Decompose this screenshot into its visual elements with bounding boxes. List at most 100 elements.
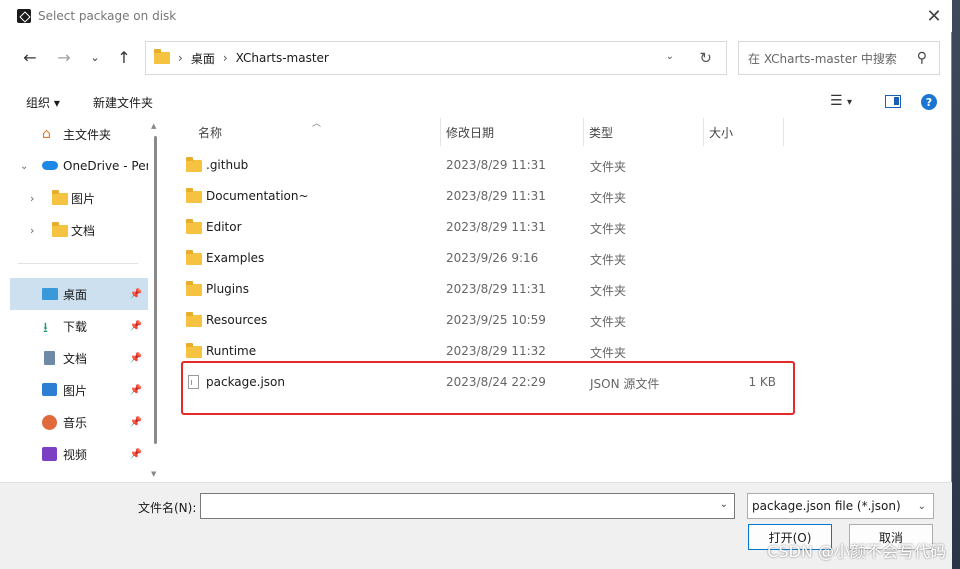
music-icon <box>42 415 57 430</box>
sidebar-item-label: 桌面 <box>63 287 88 302</box>
title-bar: Select package on disk ✕ <box>0 0 952 32</box>
file-name: Plugins <box>206 282 249 296</box>
pin-icon[interactable]: 📌 <box>130 321 142 332</box>
sidebar-item-label: 文档 <box>63 351 88 366</box>
column-divider[interactable] <box>440 118 441 146</box>
sidebar-divider <box>18 263 138 264</box>
column-header-size[interactable]: 大小 <box>709 118 733 146</box>
file-date: 2023/8/29 11:31 <box>446 220 546 234</box>
chevron-right-icon[interactable]: › <box>178 51 183 65</box>
folder-icon <box>52 190 68 209</box>
sidebar-item-onedrive-documents[interactable]: › 文档 <box>10 214 148 246</box>
sidebar-item-downloads[interactable]: ⭳ 下载 📌 <box>10 310 148 342</box>
file-type-select[interactable]: package.json file (*.json) ⌄ <box>747 493 934 519</box>
file-date: 2023/8/29 11:32 <box>446 344 546 358</box>
refresh-icon[interactable]: ↻ <box>699 49 712 67</box>
file-name: Runtime <box>206 344 257 358</box>
filename-input[interactable]: ⌄ <box>200 493 735 519</box>
chevron-right-icon[interactable]: › <box>30 224 34 237</box>
file-date: 2023/8/29 11:31 <box>446 158 546 172</box>
organize-button[interactable]: 组织 ▾ <box>26 94 60 111</box>
file-row[interactable]: .github 2023/8/29 11:31 文件夹 <box>180 151 784 179</box>
column-header-date[interactable]: 修改日期 <box>446 118 494 146</box>
chevron-down-icon[interactable]: ⌄ <box>720 499 728 510</box>
pin-icon[interactable]: 📌 <box>130 417 142 428</box>
file-type: 文件夹 <box>590 315 627 329</box>
chevron-down-icon[interactable]: ⌄ <box>666 51 674 62</box>
download-icon: ⭳ <box>43 320 48 336</box>
file-date: 2023/9/25 10:59 <box>446 313 546 327</box>
file-list: ︿ 名称 修改日期 类型 大小 .github 2023/8/29 11:31 … <box>164 118 950 480</box>
scroll-up-icon[interactable]: ▲ <box>151 122 156 130</box>
scroll-thumb[interactable] <box>154 136 157 444</box>
chevron-down-icon[interactable]: ⌄ <box>20 161 28 172</box>
sidebar-item-desktop[interactable]: 桌面 📌 <box>10 278 148 310</box>
folder-icon <box>186 343 202 361</box>
sidebar-item-label: 图片 <box>71 191 96 206</box>
pictures-icon <box>42 383 57 396</box>
pin-icon[interactable]: 📌 <box>130 449 142 460</box>
search-icon[interactable]: ⚲ <box>917 50 927 66</box>
column-header-type[interactable]: 类型 <box>589 118 613 146</box>
file-row[interactable]: Documentation~ 2023/8/29 11:31 文件夹 <box>180 182 784 210</box>
view-options-icon[interactable]: ☰ ▾ <box>830 93 852 109</box>
document-icon <box>44 351 55 365</box>
filename-label: 文件名(N): <box>138 501 197 515</box>
desktop-icon <box>42 288 58 300</box>
forward-arrow-icon[interactable]: → <box>52 45 76 69</box>
file-type: 文件夹 <box>590 191 627 205</box>
chevron-right-icon[interactable]: › <box>30 192 34 205</box>
sidebar-scrollbar[interactable]: ▲ ▼ <box>150 118 160 480</box>
file-date: 2023/8/29 11:31 <box>446 282 546 296</box>
unity-app-icon <box>17 9 31 23</box>
chevron-right-icon[interactable]: › <box>223 51 228 65</box>
file-row[interactable]: Plugins 2023/8/29 11:31 文件夹 <box>180 275 784 303</box>
file-type: 文件夹 <box>590 346 627 360</box>
close-button[interactable]: ✕ <box>920 2 948 30</box>
column-divider[interactable] <box>783 118 784 146</box>
pin-icon[interactable]: 📌 <box>130 385 142 396</box>
search-input[interactable]: 在 XCharts-master 中搜索 <box>748 50 917 67</box>
file-name: .github <box>206 158 249 172</box>
file-name: Documentation~ <box>206 189 309 203</box>
folder-icon <box>186 188 202 206</box>
sidebar-item-onedrive-pictures[interactable]: › 图片 <box>10 182 148 214</box>
folder-icon <box>154 49 170 64</box>
file-row[interactable]: Examples 2023/9/26 9:16 文件夹 <box>180 244 784 272</box>
sidebar-item-home[interactable]: ⌂ 主文件夹 <box>10 118 148 150</box>
preview-pane-icon[interactable] <box>885 95 901 108</box>
folder-icon <box>186 312 202 330</box>
address-bar[interactable]: › 桌面 › XCharts-master ⌄ ↻ <box>145 41 727 75</box>
sidebar-item-music[interactable]: 音乐 📌 <box>10 406 148 438</box>
column-divider[interactable] <box>703 118 704 146</box>
file-row[interactable]: Editor 2023/8/29 11:31 文件夹 <box>180 213 784 241</box>
file-name: Editor <box>206 220 242 234</box>
folder-icon <box>186 250 202 268</box>
help-icon[interactable]: ? <box>921 94 937 110</box>
scroll-down-icon[interactable]: ▼ <box>151 470 156 478</box>
file-row[interactable]: Resources 2023/9/25 10:59 文件夹 <box>180 306 784 334</box>
search-box[interactable]: 在 XCharts-master 中搜索 ⚲ <box>738 41 940 75</box>
column-divider[interactable] <box>583 118 584 146</box>
chevron-down-icon[interactable]: ⌄ <box>918 501 926 512</box>
column-header-name[interactable]: 名称 <box>198 118 222 146</box>
recent-dropdown-icon[interactable]: ⌄ <box>83 45 107 69</box>
up-arrow-icon[interactable]: ↑ <box>112 45 136 69</box>
file-date: 2023/8/29 11:31 <box>446 189 546 203</box>
breadcrumb-desktop[interactable]: 桌面 <box>191 50 215 67</box>
desktop-background-strip <box>952 0 960 569</box>
breadcrumb-xcharts-master[interactable]: XCharts-master <box>236 51 329 65</box>
navigation-bar: ← → ⌄ ↑ › 桌面 › XCharts-master ⌄ ↻ 在 XCha… <box>0 40 952 76</box>
sidebar-item-onedrive[interactable]: ⌄ OneDrive - Per <box>10 150 148 182</box>
folder-icon <box>186 219 202 237</box>
folder-icon <box>186 281 202 299</box>
sidebar-item-documents[interactable]: 文档 📌 <box>10 342 148 374</box>
window-title: Select package on disk <box>38 9 177 23</box>
sidebar-item-pictures[interactable]: 图片 📌 <box>10 374 148 406</box>
pin-icon[interactable]: 📌 <box>130 353 142 364</box>
pin-icon[interactable]: 📌 <box>130 289 142 300</box>
back-arrow-icon[interactable]: ← <box>18 45 42 69</box>
new-folder-button[interactable]: 新建文件夹 <box>93 94 153 111</box>
navigation-pane: ⌂ 主文件夹 ⌄ OneDrive - Per › 图片 › 文档 桌面 📌 ⭳… <box>10 118 148 480</box>
sidebar-item-videos[interactable]: 视频 📌 <box>10 438 148 470</box>
